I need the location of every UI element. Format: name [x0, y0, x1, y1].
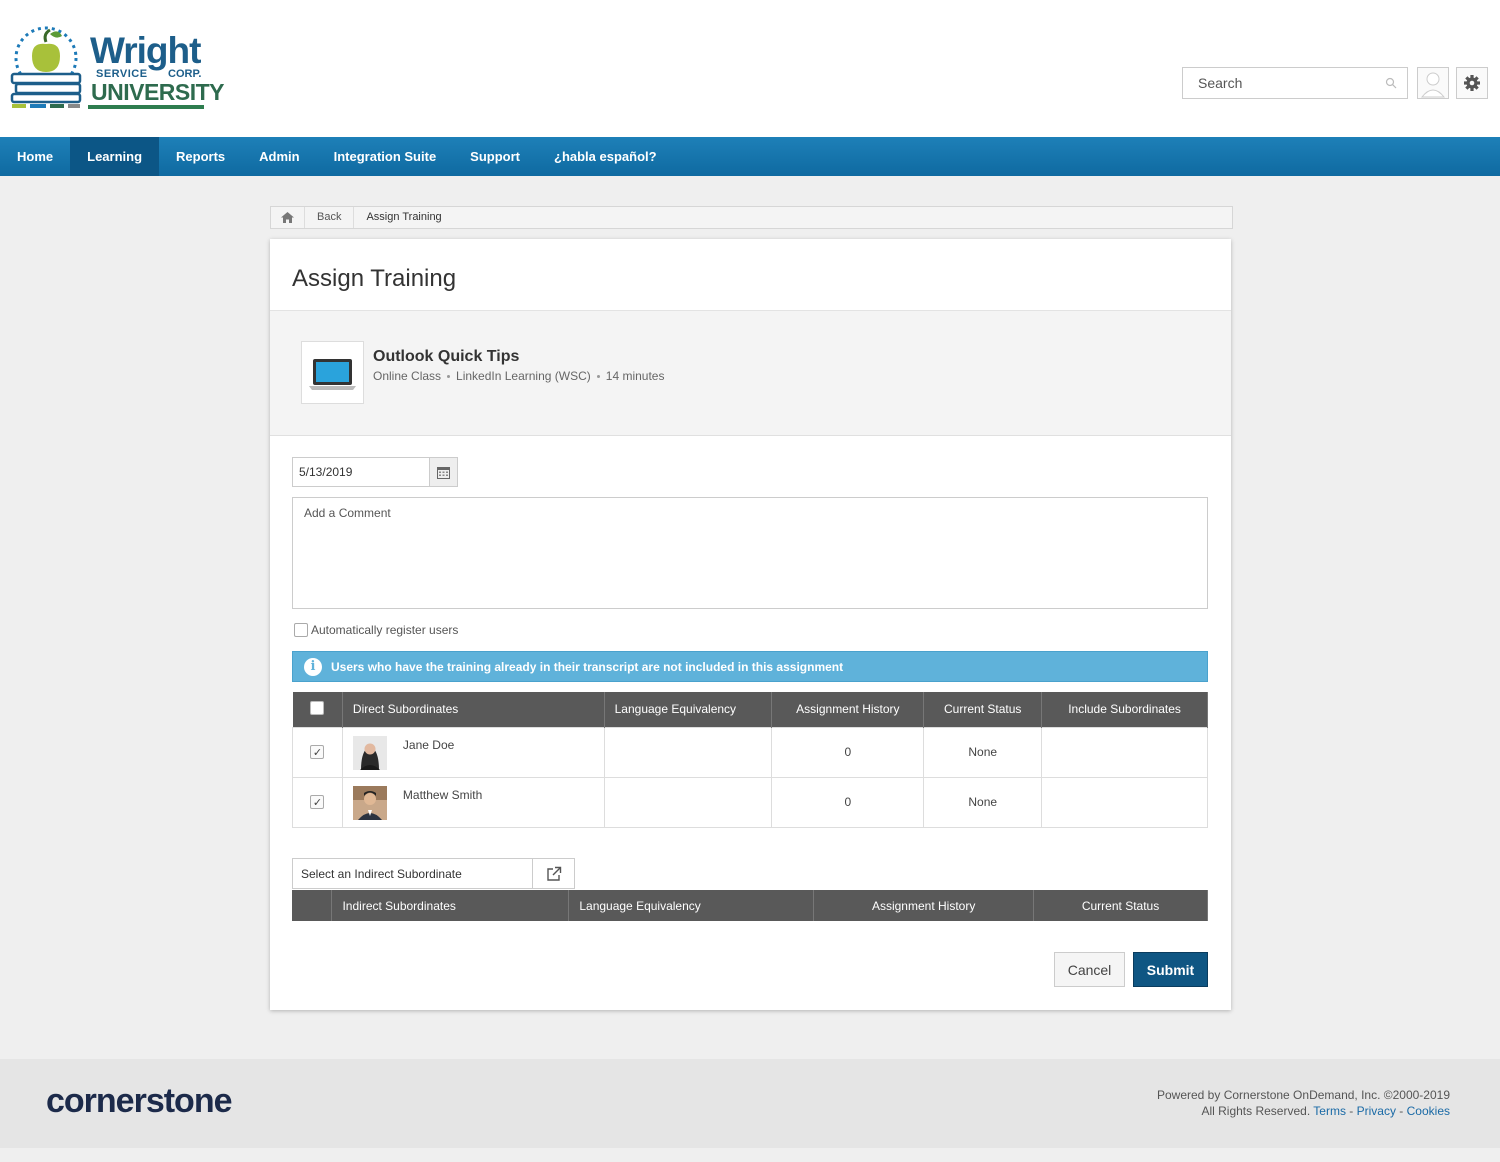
gear-icon	[1464, 75, 1480, 91]
cookies-link[interactable]: Cookies	[1407, 1104, 1450, 1118]
training-meta: Online Class LinkedIn Learning (WSC) 14 …	[373, 369, 664, 383]
col-indirect-language-equivalency[interactable]: Language Equivalency	[568, 890, 815, 921]
select-all-header	[292, 692, 343, 727]
training-type: Online Class	[373, 369, 442, 383]
header: Wright SERVICE CORP. UNIVERSITY	[0, 0, 1500, 137]
auto-register-option: Automatically register users	[294, 623, 458, 637]
history-cell: 0	[771, 726, 925, 778]
nav-reports[interactable]: Reports	[159, 137, 242, 176]
row-select-cell: ✓	[292, 776, 343, 828]
info-icon: i	[304, 657, 322, 676]
nav-habla-espanol[interactable]: ¿habla español?	[537, 137, 674, 176]
nav-home[interactable]: Home	[0, 137, 70, 176]
assign-training-card: Assign Training Outlook Quick Tips Onlin…	[270, 239, 1231, 1010]
indirect-subordinate-input[interactable]	[293, 859, 531, 888]
training-summary: Outlook Quick Tips Online Class LinkedIn…	[270, 311, 1231, 436]
breadcrumb-current: Assign Training	[366, 211, 442, 223]
row-checkbox[interactable]: ✓	[310, 795, 325, 810]
training-provider: LinkedIn Learning (WSC)	[456, 369, 591, 383]
training-title[interactable]: Outlook Quick Tips	[373, 348, 519, 366]
status-cell: None	[923, 776, 1043, 828]
status-cell: None	[923, 726, 1043, 778]
info-message: Users who have the training already in t…	[331, 659, 844, 674]
person-cell: Matthew Smith	[341, 776, 605, 828]
powered-by-text: Powered by Cornerstone OnDemand, Inc. ©2…	[1156, 1088, 1450, 1102]
person-name[interactable]: Jane Doe	[403, 734, 454, 752]
privacy-link[interactable]: Privacy	[1357, 1104, 1396, 1118]
submit-button[interactable]: Submit	[1133, 952, 1208, 987]
meta-separator	[447, 374, 451, 378]
search-icon[interactable]	[1385, 77, 1397, 89]
logo-underline	[88, 105, 204, 109]
apple-books-logo-icon	[10, 26, 82, 108]
user-avatar-icon	[1420, 72, 1446, 98]
indirect-select-header	[292, 890, 333, 921]
auto-register-label: Automatically register users	[311, 623, 459, 637]
nav-integration-suite[interactable]: Integration Suite	[317, 137, 454, 176]
calendar-button[interactable]	[429, 458, 457, 486]
col-indirect-assignment-history[interactable]: Assignment History	[813, 890, 1035, 921]
language-cell	[603, 776, 773, 828]
breadcrumb-back[interactable]: Back	[305, 207, 355, 228]
nav-learning[interactable]: Learning	[70, 137, 160, 176]
cancel-button[interactable]: Cancel	[1054, 952, 1125, 987]
select-all-checkbox[interactable]	[310, 700, 325, 715]
main-nav: Home Learning Reports Admin Integration …	[0, 137, 1500, 176]
nav-admin[interactable]: Admin	[242, 137, 316, 176]
direct-subordinates-table: Direct Subordinates Language Equivalency…	[292, 692, 1208, 828]
breadcrumb-home[interactable]	[271, 207, 305, 228]
settings-button[interactable]	[1456, 67, 1488, 99]
person-cell: Jane Doe	[341, 726, 605, 778]
home-icon	[281, 212, 294, 223]
person-name[interactable]: Matthew Smith	[403, 784, 482, 802]
logo-wright-text: Wright	[90, 30, 201, 71]
footer: cornerstone Powered by Cornerstone OnDem…	[0, 1059, 1500, 1148]
rights-text: All Rights Reserved.	[1201, 1104, 1311, 1118]
col-current-status[interactable]: Current Status	[923, 692, 1043, 727]
comment-textarea[interactable]	[293, 498, 1207, 608]
indirect-subordinates-table: Indirect Subordinates Language Equivalen…	[292, 890, 1208, 921]
matthew-smith-avatar	[352, 786, 387, 820]
training-duration: 14 minutes	[605, 369, 665, 383]
col-assignment-history[interactable]: Assignment History	[771, 692, 925, 727]
table-row: ✓ Jane Doe 0 None	[292, 726, 1208, 778]
jane-doe-avatar	[352, 736, 387, 770]
terms-link[interactable]: Terms	[1313, 1104, 1346, 1118]
user-profile-button[interactable]	[1417, 67, 1449, 99]
wright-university-logo[interactable]: Wright SERVICE CORP. UNIVERSITY	[10, 24, 225, 112]
col-indirect-current-status[interactable]: Current Status	[1033, 890, 1208, 921]
cornerstone-logo: cornerstone	[46, 1082, 232, 1120]
nav-support[interactable]: Support	[453, 137, 537, 176]
col-direct-subordinates[interactable]: Direct Subordinates	[342, 692, 605, 727]
meta-separator	[596, 374, 600, 378]
footer-legal: Powered by Cornerstone OnDemand, Inc. ©2…	[1156, 1088, 1450, 1118]
auto-register-checkbox[interactable]	[294, 623, 308, 637]
search-box	[1182, 67, 1408, 99]
info-banner: i Users who have the training already in…	[292, 651, 1208, 682]
laptop-icon	[309, 359, 356, 390]
indirect-subordinate-selector	[292, 858, 575, 889]
row-select-cell: ✓	[292, 726, 343, 778]
language-cell	[603, 726, 773, 778]
comment-box	[292, 497, 1208, 609]
due-date-field	[292, 457, 458, 487]
due-date-input[interactable]	[293, 458, 427, 486]
include-cell	[1041, 726, 1208, 778]
open-selector-button[interactable]	[532, 859, 574, 888]
table-row: ✓ Matthew Smith 0 None	[292, 776, 1208, 828]
external-link-icon	[546, 866, 561, 881]
col-include-subordinates[interactable]: Include Subordinates	[1041, 692, 1208, 727]
logo-university-text: UNIVERSITY	[91, 79, 225, 105]
col-indirect-subordinates[interactable]: Indirect Subordinates	[331, 890, 570, 921]
col-language-equivalency[interactable]: Language Equivalency	[604, 692, 773, 727]
page-title: Assign Training	[292, 265, 457, 292]
breadcrumb: Back Assign Training	[270, 206, 1233, 229]
history-cell: 0	[771, 776, 925, 828]
include-cell	[1041, 776, 1208, 828]
search-input[interactable]	[1183, 68, 1373, 98]
row-checkbox[interactable]: ✓	[310, 745, 325, 760]
calendar-icon	[437, 466, 450, 479]
training-thumbnail	[301, 341, 364, 404]
